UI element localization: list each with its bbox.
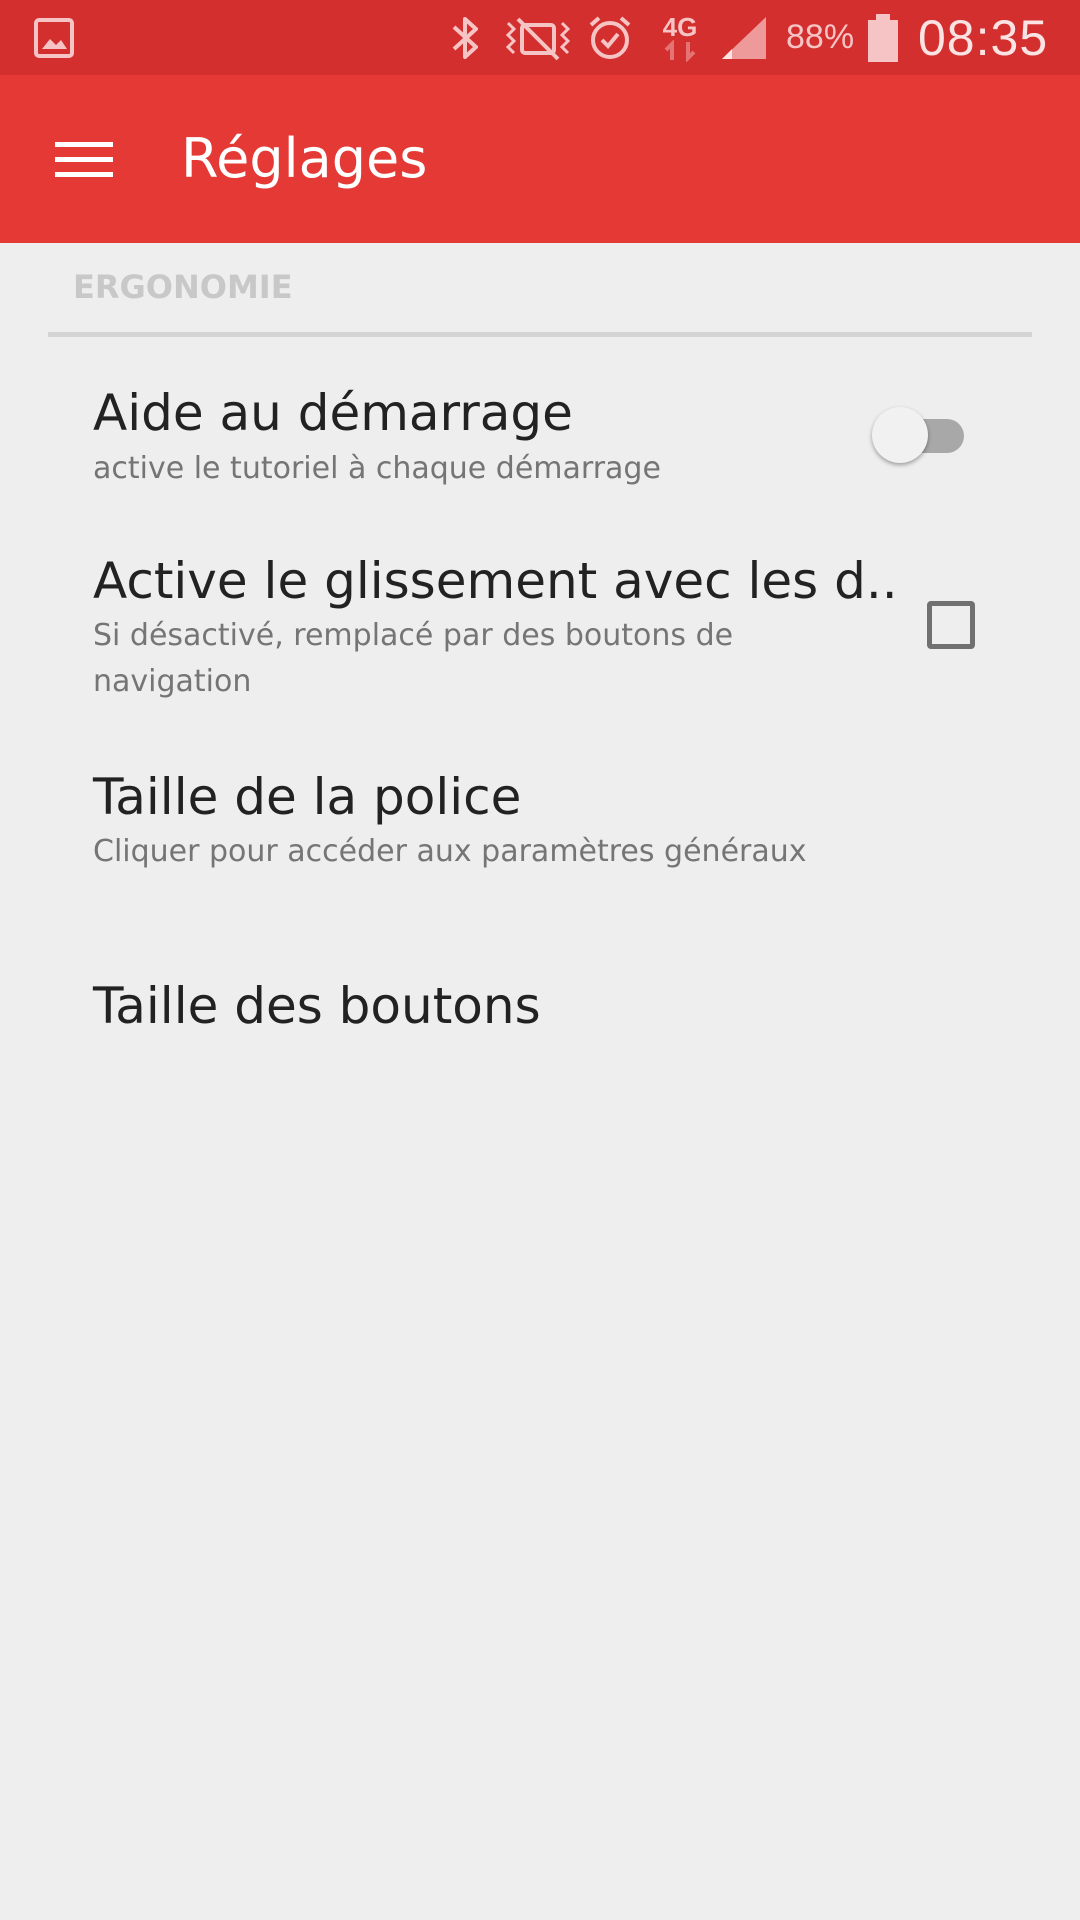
pref-summary: active le tutoriel à chaque démarrage [93, 451, 661, 486]
vibrate-off-icon [502, 0, 574, 75]
pref-taille-boutons[interactable]: Taille des boutons [0, 960, 1080, 1070]
hamburger-menu-icon [55, 142, 113, 177]
battery-percent: 88% [786, 18, 855, 56]
network-type-label: 4G [662, 11, 698, 42]
pref-taille-police[interactable]: Taille de la police Cliquer pour accéder… [0, 755, 1080, 895]
pref-glissement[interactable]: Active le glissement avec les d.. Si dés… [0, 540, 1080, 715]
battery-icon [866, 0, 900, 75]
page-title: Réglages [181, 127, 428, 190]
toggle-thumb [872, 407, 928, 463]
bluetooth-icon [446, 0, 486, 75]
section-divider [48, 332, 1032, 337]
swipe-checkbox[interactable] [927, 601, 975, 649]
signal-icon [720, 0, 770, 75]
status-bar: 4G 88% 08:35 [0, 0, 1080, 75]
pref-title: Taille des boutons [93, 977, 541, 1035]
pref-title: Aide au démarrage [93, 384, 573, 442]
alarm-icon [585, 0, 635, 75]
pref-summary: Cliquer pour accéder aux paramètres géné… [93, 834, 807, 869]
section-header-ergonomie: ERGONOMIE [73, 268, 293, 306]
clock: 08:35 [918, 9, 1049, 66]
gallery-icon [34, 0, 74, 75]
pref-summary: Si désactivé, remplacé par des boutons d… [93, 618, 734, 699]
network-4g-icon: 4G [662, 0, 698, 75]
app-bar: Réglages [0, 75, 1080, 243]
pref-title: Taille de la police [93, 768, 522, 826]
hamburger-menu-button[interactable] [44, 125, 124, 195]
pref-title: Active le glissement avec les d.. [93, 552, 898, 610]
tutorial-toggle-switch[interactable] [872, 405, 972, 465]
